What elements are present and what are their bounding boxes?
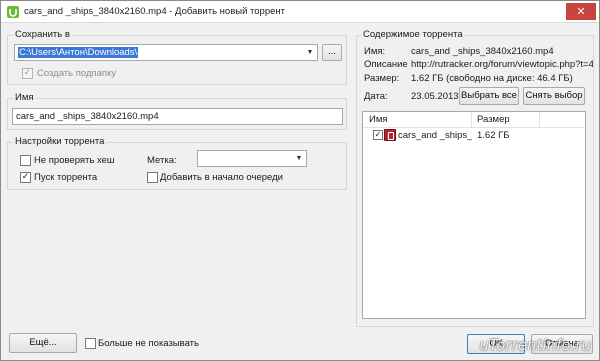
skip-hash-checkbox[interactable] — [20, 155, 31, 166]
info-name-value: cars_and _ships_3840x2160.mp4 — [411, 46, 554, 57]
file-row[interactable]: ✓ cars_and _ships_384... 1.62 ГБ — [363, 129, 585, 143]
video-file-icon — [384, 129, 396, 141]
add-to-top-checkbox[interactable] — [147, 172, 158, 183]
file-checkbox[interactable]: ✓ — [373, 130, 383, 140]
window-title: cars_and _ships_3840x2160.mp4 - Добавить… — [24, 6, 285, 17]
info-date-value: 23.05.2013 — [411, 91, 459, 102]
label-caption: Метка: — [147, 155, 177, 166]
select-all-button[interactable]: Выбрать все — [459, 87, 519, 105]
create-subfolder-label: Создать подпапку — [37, 68, 117, 79]
label-dropdown[interactable]: ▼ — [197, 150, 307, 167]
utorrent-icon — [7, 6, 19, 18]
save-path-value: C:\Users\Антон\Downloads\ — [18, 47, 139, 58]
close-icon: ✕ — [576, 5, 586, 18]
column-divider[interactable] — [471, 112, 472, 128]
torrent-name-input[interactable]: cars_and _ships_3840x2160.mp4 — [12, 108, 343, 125]
add-to-top-label: Добавить в начало очереди — [160, 172, 283, 183]
file-size: 1.62 ГБ — [477, 130, 510, 141]
file-list-header: Имя Размер — [363, 112, 585, 128]
more-button[interactable]: Ещё... — [9, 333, 77, 353]
create-subfolder-checkbox[interactable]: ✓ — [22, 68, 33, 79]
file-name: cars_and _ships_384... — [398, 130, 472, 141]
column-header-name[interactable]: Имя — [369, 112, 388, 128]
column-divider[interactable] — [539, 112, 540, 128]
info-desc-value: http://rutracker.org/forum/viewtopic.php… — [411, 59, 593, 70]
chevron-down-icon[interactable]: ▼ — [292, 151, 306, 166]
start-torrent-label: Пуск торрента — [34, 172, 98, 183]
torrent-contents-title: Содержимое торрента — [361, 29, 465, 40]
dont-show-checkbox[interactable] — [85, 338, 96, 349]
browse-button[interactable]: ... — [322, 44, 342, 61]
skip-hash-label: Не проверять хеш — [34, 155, 115, 166]
chevron-down-icon[interactable]: ▼ — [303, 45, 317, 60]
save-path-dropdown[interactable]: C:\Users\Антон\Downloads\ ▼ — [14, 44, 318, 61]
close-button[interactable]: ✕ — [566, 3, 596, 20]
torrent-settings-title: Настройки торрента — [13, 136, 107, 147]
name-group-title: Имя — [13, 92, 36, 103]
info-name-caption: Имя: — [364, 46, 386, 57]
start-torrent-checkbox[interactable]: ✓ — [20, 172, 31, 183]
info-size-value: 1.62 ГБ (свободно на диске: 46.4 ГБ) — [411, 73, 573, 84]
info-size-caption: Размер: — [364, 73, 400, 84]
watermark: uTorrentinfo.ru — [479, 336, 591, 354]
file-list[interactable]: Имя Размер ✓ cars_and _ships_384... 1.62… — [362, 111, 586, 319]
info-date-caption: Дата: — [364, 91, 388, 102]
deselect-all-button[interactable]: Снять выбор — [523, 87, 585, 105]
dont-show-label: Больше не показывать — [98, 338, 199, 349]
save-to-group-title: Сохранить в — [13, 29, 72, 40]
title-bar[interactable]: cars_and _ships_3840x2160.mp4 - Добавить… — [1, 1, 599, 23]
add-torrent-dialog: cars_and _ships_3840x2160.mp4 - Добавить… — [0, 0, 600, 361]
column-header-size[interactable]: Размер — [477, 112, 510, 128]
info-desc-caption: Описание — [364, 59, 408, 70]
